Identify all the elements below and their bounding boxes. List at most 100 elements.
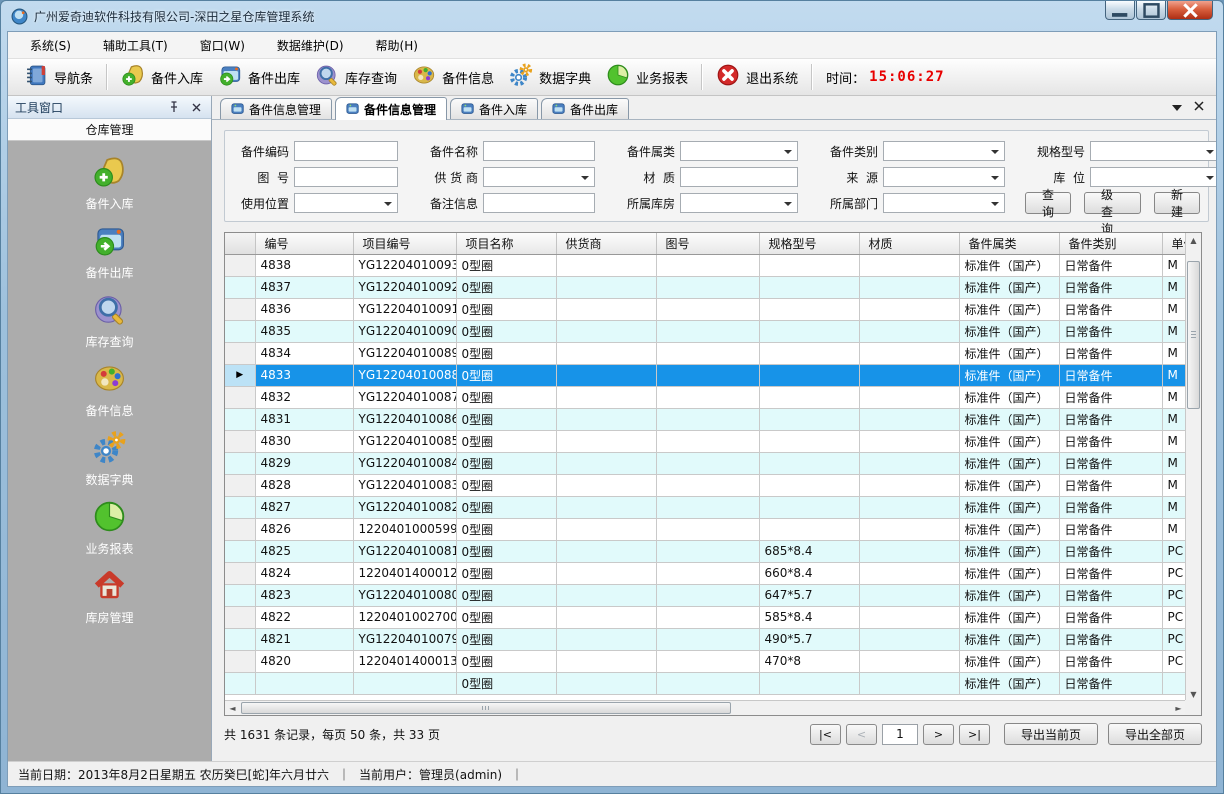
first-page-button[interactable]: |< bbox=[810, 724, 841, 745]
tab-close-icon[interactable] bbox=[1194, 100, 1204, 114]
scroll-down-icon[interactable]: ▼ bbox=[1186, 687, 1201, 701]
table-row[interactable]: 4837YG122040100920型圈标准件（国产）日常备件M bbox=[225, 276, 1186, 298]
field-dropdown[interactable] bbox=[483, 167, 595, 187]
row-selector-cell[interactable] bbox=[225, 474, 255, 496]
prev-page-button[interactable]: < bbox=[846, 724, 877, 745]
sidebar-item-warehouse[interactable]: 库房管理 bbox=[50, 567, 170, 636]
row-selector-cell[interactable] bbox=[225, 452, 255, 474]
vertical-scroll-thumb[interactable] bbox=[1187, 261, 1200, 409]
pin-icon[interactable] bbox=[166, 99, 182, 115]
table-row[interactable]: 4832YG122040100870型圈标准件（国产）日常备件M bbox=[225, 386, 1186, 408]
field-dropdown[interactable] bbox=[883, 167, 1005, 187]
maximize-button[interactable] bbox=[1136, 1, 1166, 20]
table-row[interactable]: ▶4833YG122040100880型圈标准件（国产）日常备件M bbox=[225, 364, 1186, 386]
table-row[interactable]: 4836YG122040100910型圈标准件（国产）日常备件M bbox=[225, 298, 1186, 320]
sidebar-item-business-report[interactable]: 业务报表 bbox=[50, 498, 170, 567]
toolbar-button-business-report[interactable]: 业务报表 bbox=[598, 59, 695, 95]
table-row[interactable]: 4828YG122040100830型圈标准件（国产）日常备件M bbox=[225, 474, 1186, 496]
export-all-pages-button[interactable]: 导出全部页 bbox=[1108, 723, 1202, 745]
last-page-button[interactable]: >| bbox=[959, 724, 990, 745]
sidebar-item-stock-out[interactable]: 备件出库 bbox=[50, 222, 170, 291]
sidebar-item-parts-info[interactable]: 备件信息 bbox=[50, 360, 170, 429]
column-header[interactable]: 图号 bbox=[656, 233, 759, 254]
table-row[interactable]: 4821YG122040100790型圈490*5.7标准件（国产）日常备件PC bbox=[225, 628, 1186, 650]
field-input[interactable] bbox=[680, 167, 798, 187]
table-row[interactable]: 482212204010027000型圈585*8.4标准件（国产）日常备件PC bbox=[225, 606, 1186, 628]
scroll-up-icon[interactable]: ▲ bbox=[1186, 233, 1201, 247]
field-input[interactable] bbox=[483, 141, 595, 161]
row-selector-cell[interactable] bbox=[225, 540, 255, 562]
column-header[interactable]: 备件属类 bbox=[959, 233, 1059, 254]
sidebar-item-stock-in[interactable]: 备件入库 bbox=[50, 153, 170, 222]
page-number-input[interactable]: 1 bbox=[882, 724, 918, 745]
toolbar-button-navbar[interactable]: 导航条 bbox=[16, 59, 100, 95]
row-selector-cell[interactable] bbox=[225, 298, 255, 320]
table-row[interactable]: 0型圈标准件（国产）日常备件 bbox=[225, 672, 1186, 694]
query-button[interactable]: 查询 bbox=[1025, 192, 1071, 214]
table-row[interactable]: 482412204014000120型圈660*8.4标准件（国产）日常备件PC bbox=[225, 562, 1186, 584]
tab-2[interactable]: 备件入库 bbox=[450, 98, 538, 119]
close-panel-icon[interactable] bbox=[188, 99, 204, 115]
table-row[interactable]: 4834YG122040100890型圈标准件（国产）日常备件M bbox=[225, 342, 1186, 364]
menu-item[interactable]: 辅助工具(T) bbox=[91, 32, 180, 59]
row-selector-cell[interactable] bbox=[225, 342, 255, 364]
horizontal-scrollbar[interactable]: ◄ ► bbox=[225, 700, 1186, 715]
sidebar-item-data-dict[interactable]: 数据字典 bbox=[50, 429, 170, 498]
next-page-button[interactable]: > bbox=[923, 724, 954, 745]
field-dropdown[interactable] bbox=[1090, 141, 1216, 161]
tab-0[interactable]: 备件信息管理 bbox=[220, 98, 332, 119]
row-selector-cell[interactable] bbox=[225, 408, 255, 430]
toolbar-button-stock-out[interactable]: 备件出库 bbox=[210, 59, 307, 95]
field-input[interactable] bbox=[294, 167, 398, 187]
table-row[interactable]: 482612204010005990型圈标准件（国产）日常备件M bbox=[225, 518, 1186, 540]
row-selector-cell[interactable] bbox=[225, 672, 255, 694]
row-selector-cell[interactable] bbox=[225, 606, 255, 628]
toolbar-button-data-dict[interactable]: 数据字典 bbox=[501, 59, 598, 95]
row-selector-cell[interactable] bbox=[225, 254, 255, 276]
menu-item[interactable]: 窗口(W) bbox=[188, 32, 257, 59]
tab-3[interactable]: 备件出库 bbox=[541, 98, 629, 119]
tab-1[interactable]: 备件信息管理 bbox=[335, 97, 447, 120]
field-dropdown[interactable] bbox=[680, 193, 798, 213]
row-selector-cell[interactable] bbox=[225, 518, 255, 540]
minimize-button[interactable] bbox=[1105, 1, 1135, 20]
field-input[interactable] bbox=[483, 193, 595, 213]
row-selector-cell[interactable] bbox=[225, 584, 255, 606]
field-dropdown[interactable] bbox=[294, 193, 398, 213]
sidebar-item-inventory-search[interactable]: 库存查询 bbox=[50, 291, 170, 360]
menu-item[interactable]: 帮助(H) bbox=[364, 32, 430, 59]
advanced-query-button[interactable]: 高级查询 bbox=[1084, 192, 1141, 214]
column-header[interactable]: 项目名称 bbox=[456, 233, 556, 254]
new-button[interactable]: 新建 bbox=[1154, 192, 1200, 214]
row-selector-cell[interactable]: ▶ bbox=[225, 364, 255, 386]
column-header[interactable]: 编号 bbox=[255, 233, 353, 254]
table-row[interactable]: 4830YG122040100850型圈标准件（国产）日常备件M bbox=[225, 430, 1186, 452]
tab-list-dropdown-icon[interactable] bbox=[1172, 100, 1182, 114]
menu-item[interactable]: 数据维护(D) bbox=[265, 32, 356, 59]
menu-item[interactable]: 系统(S) bbox=[18, 32, 83, 59]
column-header[interactable]: 规格型号 bbox=[759, 233, 859, 254]
column-header[interactable]: 单位 bbox=[1162, 233, 1186, 254]
table-row[interactable]: 4835YG122040100900型圈标准件（国产）日常备件M bbox=[225, 320, 1186, 342]
field-dropdown[interactable] bbox=[680, 141, 798, 161]
table-row[interactable]: 4827YG122040100820型圈标准件（国产）日常备件M bbox=[225, 496, 1186, 518]
row-selector-cell[interactable] bbox=[225, 650, 255, 672]
field-dropdown[interactable] bbox=[1090, 167, 1216, 187]
field-dropdown[interactable] bbox=[883, 193, 1005, 213]
table-row[interactable]: 482012204014000130型圈470*8标准件（国产）日常备件PC bbox=[225, 650, 1186, 672]
row-selector-cell[interactable] bbox=[225, 320, 255, 342]
horizontal-scroll-thumb[interactable] bbox=[241, 702, 731, 714]
row-selector-cell[interactable] bbox=[225, 562, 255, 584]
row-selector-cell[interactable] bbox=[225, 430, 255, 452]
row-selector-cell[interactable] bbox=[225, 496, 255, 518]
field-dropdown[interactable] bbox=[883, 141, 1005, 161]
vertical-scrollbar[interactable]: ▲ ▼ bbox=[1185, 233, 1201, 701]
table-row[interactable]: 4831YG122040100860型圈标准件（国产）日常备件M bbox=[225, 408, 1186, 430]
field-input[interactable] bbox=[294, 141, 398, 161]
row-selector-cell[interactable] bbox=[225, 386, 255, 408]
table-row[interactable]: 4838YG122040100930型圈标准件（国产）日常备件M bbox=[225, 254, 1186, 276]
column-header[interactable]: 材质 bbox=[859, 233, 959, 254]
export-current-page-button[interactable]: 导出当前页 bbox=[1004, 723, 1098, 745]
row-selector-cell[interactable] bbox=[225, 276, 255, 298]
scroll-left-icon[interactable]: ◄ bbox=[225, 701, 240, 715]
